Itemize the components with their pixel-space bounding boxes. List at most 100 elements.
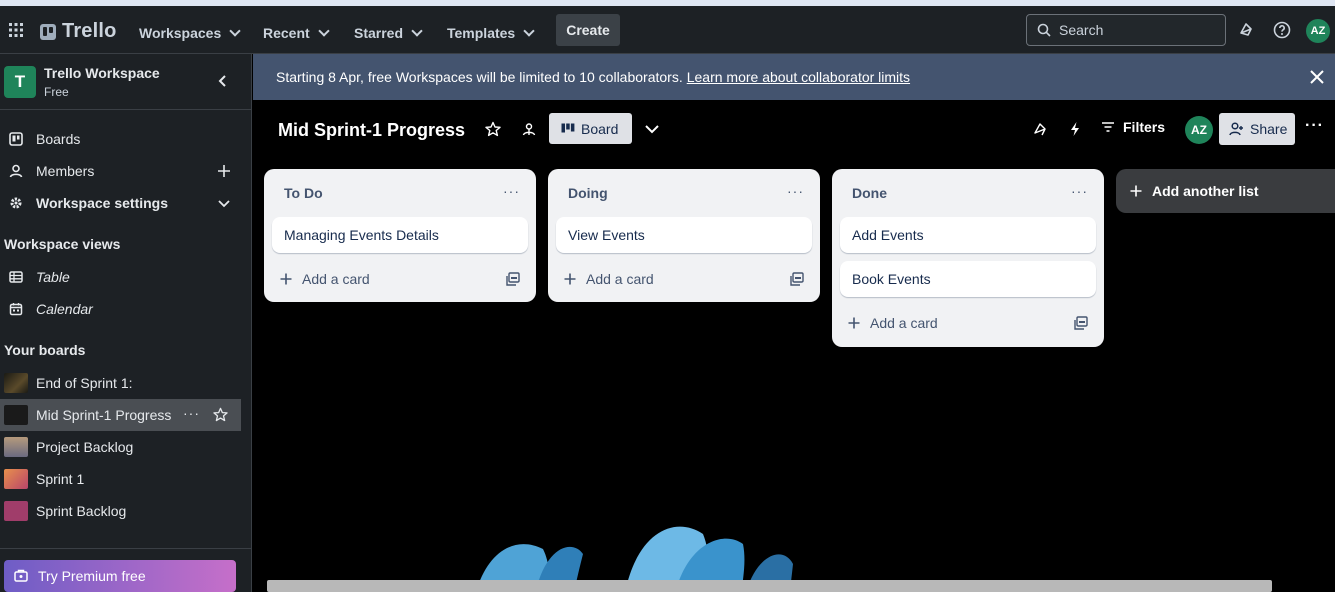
list-actions-icon[interactable]: ··· [787, 183, 804, 199]
sidebar-item-label: Table [36, 269, 70, 285]
sidebar-board-project-backlog[interactable]: Project Backlog [0, 431, 241, 463]
plus-icon [280, 273, 292, 285]
chevron-down-icon [411, 25, 423, 37]
starred-menu[interactable]: Starred [350, 18, 425, 48]
board-thumbnail [4, 501, 28, 521]
card-item[interactable]: View Events [556, 217, 812, 253]
share-button[interactable]: Share [1219, 113, 1295, 145]
filters-label: Filters [1123, 119, 1166, 135]
automation-icon[interactable] [1066, 120, 1084, 138]
card-template-icon[interactable] [1074, 316, 1088, 330]
board-menu-icon[interactable]: ··· [1305, 117, 1324, 135]
workspaces-menu[interactable]: Workspaces [135, 18, 243, 48]
board-view-icon [561, 123, 575, 132]
calendar-icon [8, 301, 24, 317]
list-title[interactable]: Done [852, 185, 887, 201]
add-another-list-button[interactable]: Add another list [1116, 169, 1335, 213]
collapse-sidebar-icon[interactable] [216, 74, 230, 88]
board-icon [8, 131, 24, 147]
horizontal-scrollbar[interactable] [267, 580, 1272, 592]
list-to-do: To Do ··· Managing Events Details Add a … [264, 169, 536, 302]
sidebar-board-sprint-backlog[interactable]: Sprint Backlog [0, 495, 241, 527]
recent-menu-label: Recent [263, 25, 310, 41]
add-person-icon [1229, 122, 1243, 136]
workspaces-menu-label: Workspaces [139, 25, 222, 41]
help-icon[interactable] [1271, 19, 1293, 41]
board-label: Mid Sprint-1 Progress [36, 407, 172, 423]
card-item[interactable]: Add Events [840, 217, 1096, 253]
visibility-icon[interactable] [520, 120, 538, 138]
sidebar-board-mid-sprint-1-progress[interactable]: Mid Sprint-1 Progress ··· [0, 399, 241, 431]
add-card-button[interactable]: Add a card [564, 267, 654, 291]
add-list-label: Add another list [1152, 183, 1259, 199]
filters-button[interactable]: Filters [1101, 119, 1165, 135]
brand-name: Trello [62, 20, 117, 42]
recent-menu[interactable]: Recent [259, 18, 332, 48]
board-member-avatar[interactable]: AZ [1185, 116, 1213, 144]
board-title[interactable]: Mid Sprint-1 Progress [278, 120, 465, 141]
templates-menu-label: Templates [447, 25, 516, 41]
sidebar-item-table[interactable]: Table [0, 261, 252, 293]
sidebar-board-sprint-1[interactable]: Sprint 1 [0, 463, 241, 495]
workspace-views-heading: Workspace views [4, 236, 121, 252]
card-template-icon[interactable] [506, 272, 520, 286]
sidebar-item-label: Members [36, 163, 95, 179]
chevron-down-icon[interactable] [216, 195, 232, 211]
list-title[interactable]: To Do [284, 185, 323, 201]
search-icon [1037, 23, 1051, 37]
add-card-label: Add a card [870, 315, 938, 331]
sidebar-item-members[interactable]: Members [0, 155, 252, 187]
close-icon[interactable] [1309, 69, 1325, 85]
board-view-label: Board [581, 120, 619, 137]
app-switcher-icon[interactable] [0, 14, 32, 46]
star-icon[interactable] [213, 407, 228, 425]
card-template-icon[interactable] [790, 272, 804, 286]
create-button[interactable]: Create [556, 14, 620, 46]
board-label: Sprint 1 [36, 471, 85, 487]
premium-icon [14, 569, 28, 583]
sidebar-item-label: Workspace settings [36, 195, 169, 211]
add-card-button[interactable]: Add a card [848, 311, 938, 335]
notifications-icon[interactable] [1235, 19, 1257, 41]
workspace-sidebar: T Trello Workspace Free Boards Members W… [0, 54, 252, 592]
list-actions-icon[interactable]: ··· [503, 183, 520, 199]
power-ups-icon[interactable] [1031, 120, 1049, 138]
sidebar-item-label: Boards [36, 131, 81, 147]
board-more-icon[interactable]: ··· [183, 405, 200, 421]
sidebar-item-boards[interactable]: Boards [0, 123, 252, 155]
chevron-down-icon[interactable] [643, 120, 661, 138]
list-doing: Doing ··· View Events Add a card [548, 169, 820, 302]
star-icon[interactable] [484, 120, 502, 138]
add-member-icon[interactable] [216, 163, 232, 179]
sidebar-item-calendar[interactable]: Calendar [0, 293, 252, 325]
board-view-button[interactable]: Board [549, 113, 632, 144]
search-input[interactable]: Search [1026, 14, 1226, 46]
user-avatar[interactable]: AZ [1306, 19, 1330, 43]
sidebar-item-workspace-settings[interactable]: Workspace settings [0, 187, 252, 219]
workspace-avatar: T [4, 66, 36, 98]
card-item[interactable]: Book Events [840, 261, 1096, 297]
card-item[interactable]: Managing Events Details [272, 217, 528, 253]
workspace-plan: Free [44, 85, 69, 99]
board-thumbnail [4, 437, 28, 457]
workspace-name: Trello Workspace [44, 65, 160, 81]
plus-icon [564, 273, 576, 285]
board-canvas: Starting 8 Apr, free Workspaces will be … [253, 54, 1335, 592]
sidebar-item-label: Calendar [36, 301, 93, 317]
trello-logo[interactable]: Trello [40, 20, 117, 43]
list-title[interactable]: Doing [568, 185, 608, 201]
board-thumbnail [4, 469, 28, 489]
board-header: Mid Sprint-1 Progress Board Filters AZ S… [253, 100, 1335, 158]
gear-icon [8, 195, 24, 211]
sidebar-board-end-of-sprint-1[interactable]: End of Sprint 1: [0, 367, 241, 399]
share-label: Share [1250, 121, 1288, 137]
chevron-down-icon [318, 25, 330, 37]
add-card-button[interactable]: Add a card [280, 267, 370, 291]
templates-menu[interactable]: Templates [443, 18, 537, 48]
banner-learn-more-link[interactable]: Learn more about collaborator limits [687, 69, 910, 85]
search-placeholder: Search [1059, 22, 1104, 38]
board-label: End of Sprint 1: [36, 375, 133, 391]
try-premium-button[interactable]: Try Premium free [4, 560, 236, 592]
list-actions-icon[interactable]: ··· [1071, 183, 1088, 199]
person-icon [8, 163, 24, 179]
